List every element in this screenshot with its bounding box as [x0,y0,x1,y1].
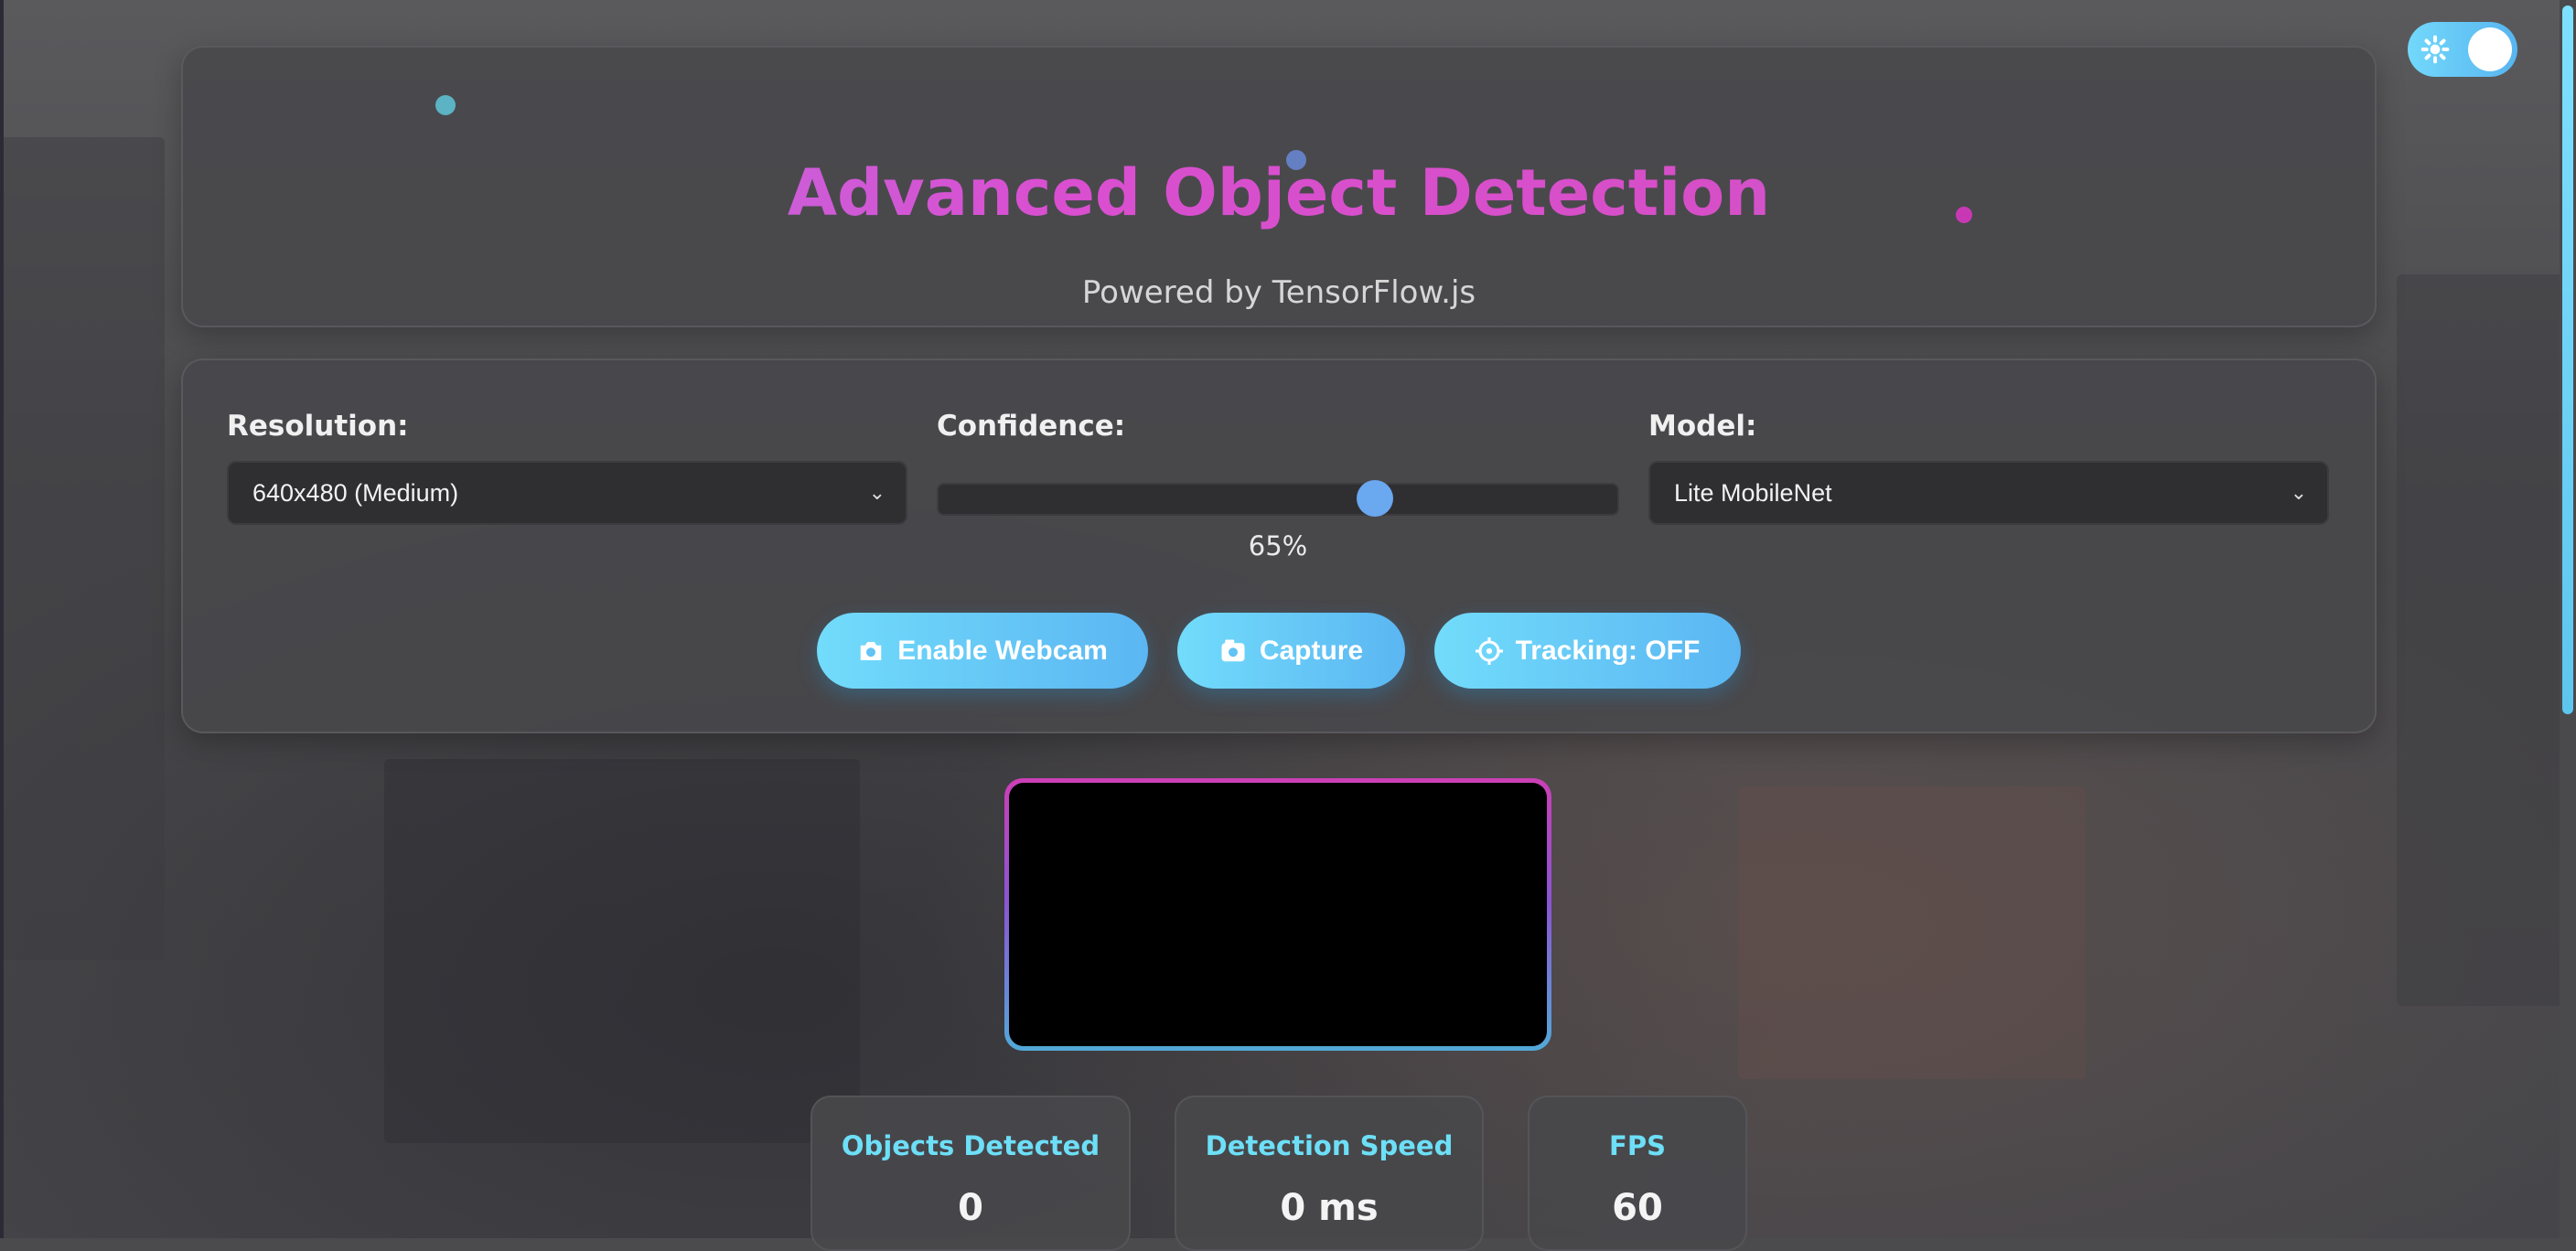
header-panel: Advanced Object Detection Powered by Ten… [181,46,2377,327]
decorative-dot [435,95,456,115]
resolution-select[interactable]: 640x480 (Medium) ⌄ [227,461,907,525]
toggle-knob [2468,27,2512,71]
model-select-value: Lite MobileNet [1674,479,1832,507]
stat-value: 60 [1612,1187,1663,1229]
confidence-slider-thumb[interactable] [1357,480,1393,517]
resolution-label: Resolution: [227,410,409,443]
confidence-value: 65% [1248,530,1308,561]
window-edge [0,0,4,1238]
theme-toggle[interactable] [2408,22,2517,77]
stat-value: 0 ms [1280,1187,1379,1229]
capture-icon [1221,639,1245,661]
scrollbar[interactable] [2560,0,2576,1238]
confidence-label: Confidence: [937,410,1126,443]
gear-icon [2420,35,2450,64]
stat-label: Objects Detected [841,1130,1100,1161]
tracking-label: Tracking: OFF [1515,635,1701,666]
capture-label: Capture [1259,635,1364,666]
page-subtitle: Powered by TensorFlow.js [1081,274,1476,311]
stat-value: 0 [958,1187,983,1229]
stat-label: FPS [1609,1130,1666,1161]
stat-detection-speed: Detection Speed 0 ms [1175,1096,1484,1251]
crosshair-icon [1475,636,1503,665]
webcam-video [1009,783,1547,1046]
tracking-toggle-button[interactable]: Tracking: OFF [1434,613,1741,689]
stat-label: Detection Speed [1205,1130,1454,1161]
chevron-down-icon: ⌄ [868,481,886,504]
camera-icon [860,641,882,660]
enable-webcam-button[interactable]: Enable Webcam [817,613,1148,689]
enable-webcam-label: Enable Webcam [897,635,1108,666]
scrollbar-thumb[interactable] [2562,5,2573,714]
confidence-slider[interactable] [937,483,1619,516]
resolution-select-value: 640x480 (Medium) [252,479,459,507]
chevron-down-icon: ⌄ [2290,481,2307,504]
stat-objects-detected: Objects Detected 0 [810,1096,1131,1251]
video-container [1004,778,1551,1051]
capture-button[interactable]: Capture [1177,613,1405,689]
model-select[interactable]: Lite MobileNet ⌄ [1648,461,2329,525]
page-title: Advanced Object Detection [183,155,2375,230]
stat-fps: FPS 60 [1528,1096,1747,1251]
model-label: Model: [1648,410,1757,443]
